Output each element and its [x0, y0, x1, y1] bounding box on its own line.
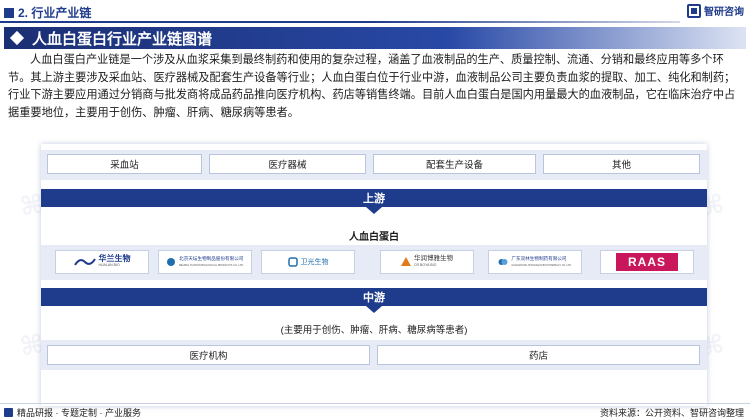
brand-name: 智研咨询 [704, 7, 744, 18]
tiantan-logo-icon [167, 258, 176, 266]
midstream-arrow: 中游 [41, 288, 707, 313]
upstream-item-production-equipment: 配套生产设备 [373, 154, 536, 174]
company-logo-hualan: 华兰生物 HUALAN BIO [55, 250, 149, 274]
company-sub: GUANGDONG SHUANGLIN BIO-PHARMACY CO.,LTD… [511, 264, 572, 267]
company-sub: HUALAN BIO [98, 263, 120, 267]
diamond-icon [9, 30, 25, 46]
section-title: 2. 行业产业链 [18, 6, 92, 20]
intro-paragraph: 人血白蛋白产业链是一个涉及从血浆采集到最终制药和使用的复杂过程，涵盖了血液制品的… [8, 54, 736, 119]
company-logo-boya: 华润博雅生物 CR BOYA BIO [380, 250, 474, 274]
footer-left: 精品研报 · 专题定制 · 产业服务 [4, 406, 141, 419]
downstream-item-pharmacies: 药店 [377, 345, 700, 365]
upstream-item-medical-devices: 医疗器械 [209, 154, 366, 174]
boya-logo-icon [401, 257, 411, 266]
company-logo-shuanglin: 广东双林生物制药有限公司 GUANGDONG SHUANGLIN BIO-PHA… [488, 250, 582, 274]
company-name: RAAS [627, 255, 666, 269]
company-name: 华润博雅生物 [414, 255, 453, 262]
company-name: 北京天坛生物制品股份有限公司 [179, 256, 244, 261]
raas-logo-icon: RAAS [616, 253, 678, 271]
company-name: 华兰生物 [98, 254, 131, 263]
brand-logo-icon [687, 3, 701, 18]
footer-source: 资料来源：公开资料、智研咨询整理 [599, 408, 744, 418]
downstream-title: (主要用于创伤、肿瘤、肝病、糖尿病等患者) [280, 325, 468, 336]
company-name: 卫光生物 [300, 259, 329, 266]
midstream-title: 人血白蛋白 [349, 232, 399, 243]
upstream-item-blood-station: 采血站 [47, 154, 202, 174]
company-sub: CR BOYA BIO [414, 263, 437, 267]
section-square-icon [4, 7, 14, 18]
company-sub: BEIJING TIANTAN BIOLOGICAL PRODUCTS CO.,… [179, 264, 244, 267]
header-divider [0, 21, 680, 23]
company-logo-weiguang: 卫光生物 [261, 250, 355, 274]
company-name: 广东双林生物制药有限公司 [511, 256, 567, 261]
footer-tagline: 精品研报 · 专题定制 · 产业服务 [17, 408, 141, 418]
company-logo-raas: RAAS [600, 250, 694, 274]
title-banner: 人血白蛋白行业产业链图谱 [4, 27, 746, 49]
page-title: 人血白蛋白行业产业链图谱 [32, 30, 213, 48]
brand: 智研咨询 [687, 3, 744, 18]
wave-logo-icon [73, 258, 96, 266]
company-logo-tiantan: 北京天坛生物制品股份有限公司 BEIJING TIANTAN BIOLOGICA… [158, 250, 252, 274]
section-header: 2. 行业产业链 [4, 4, 91, 21]
downstream-item-medical-institutions: 医疗机构 [47, 345, 370, 365]
weiguang-logo-icon [287, 257, 298, 267]
shuanglin-logo-icon [498, 259, 508, 265]
footer-divider [0, 403, 750, 404]
upstream-item-other: 其他 [543, 154, 700, 174]
footer-logo-icon [4, 408, 13, 417]
upstream-arrow: 上游 [41, 189, 707, 214]
